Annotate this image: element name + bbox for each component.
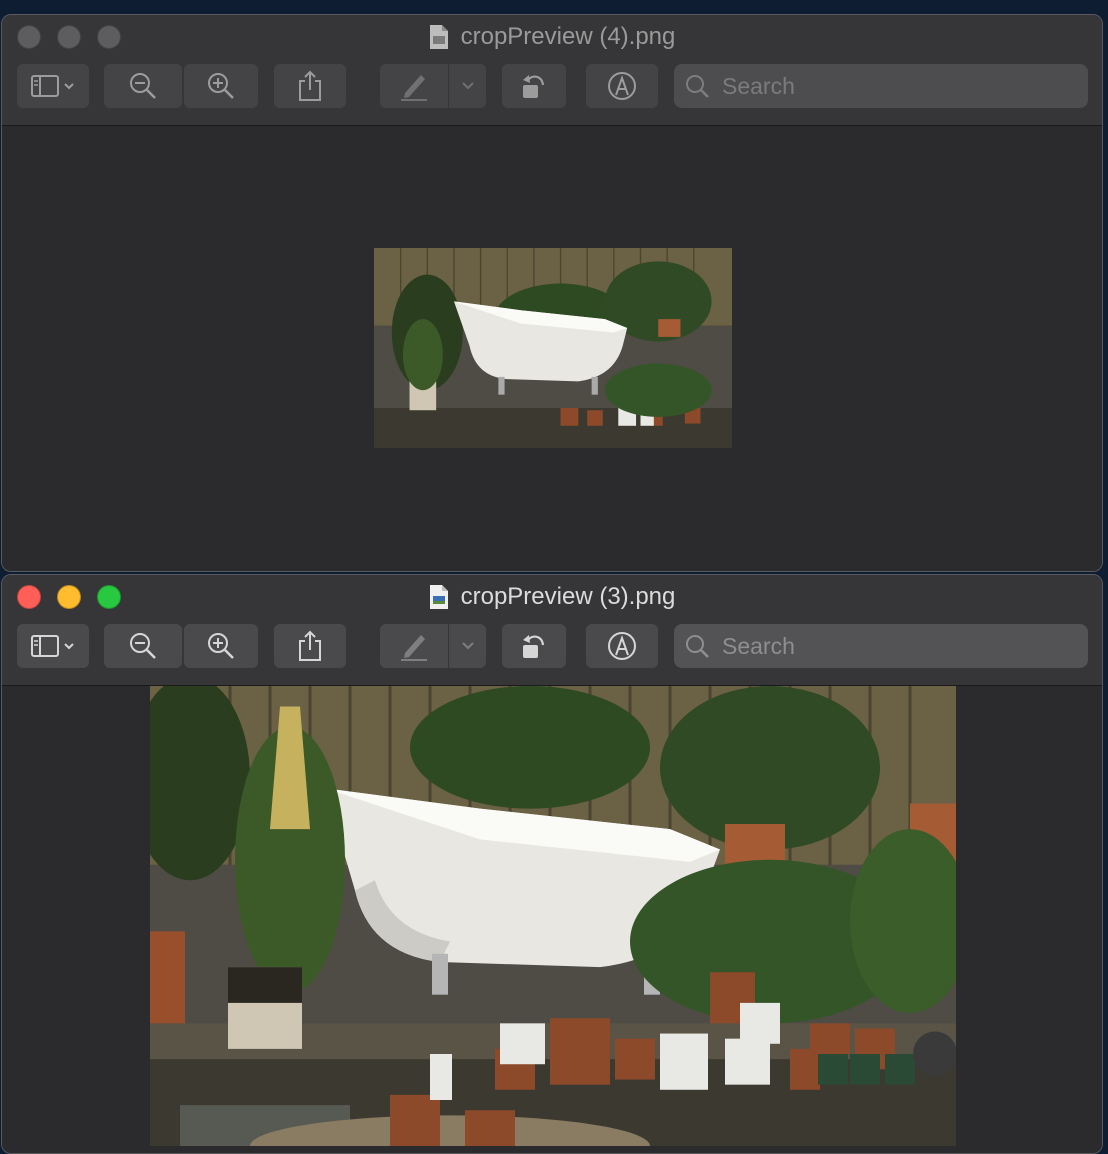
markup-pen-icon [401,635,427,661]
markup-dropdown-button[interactable] [449,624,486,668]
chevron-down-icon [461,82,474,90]
search-input[interactable] [720,71,1064,101]
share-button[interactable] [274,64,346,108]
image-viewport[interactable] [2,126,1102,571]
markup-dropdown-button[interactable] [449,64,486,108]
bathtub-photo [150,686,956,1146]
chevron-down-icon [461,642,474,650]
rotate-icon [523,75,545,98]
annotate-button[interactable] [586,624,658,668]
share-button[interactable] [274,624,346,668]
zoom-in-button[interactable] [184,64,258,108]
search-icon [686,75,709,98]
markup-pen-button[interactable] [380,624,448,668]
preview-image[interactable] [374,248,732,448]
markup-tool-group [380,64,486,108]
share-icon [299,70,321,101]
markup-pen-button[interactable] [380,64,448,108]
window-titlebar[interactable]: cropPreview (3).png [2,575,1102,686]
window-title: cropPreview (4).png [2,23,1102,51]
zoom-out-icon [130,633,156,659]
preview-window-back[interactable]: cropPreview (4).png [1,14,1103,572]
zoom-in-icon [208,633,234,659]
window-title: cropPreview (3).png [2,583,1102,611]
sidebar-toggle-button[interactable] [17,624,89,668]
search-field[interactable] [674,64,1088,108]
zoom-in-button[interactable] [184,624,258,668]
annotate-button[interactable] [586,64,658,108]
window-title-text: cropPreview (3).png [460,583,676,610]
sidebar-icon [31,75,74,97]
window-titlebar[interactable]: cropPreview (4).png [2,15,1102,126]
rotate-button[interactable] [502,624,566,668]
sidebar-toggle-button[interactable] [17,64,89,108]
annotate-icon [608,72,636,100]
image-file-icon [429,585,448,609]
zoom-in-icon [208,73,234,99]
zoom-out-button[interactable] [104,64,182,108]
image-viewport[interactable] [2,686,1102,1153]
share-icon [299,630,321,661]
search-icon [686,635,709,658]
window-title-text: cropPreview (4).png [460,23,676,50]
rotate-icon [523,635,545,658]
zoom-out-icon [130,73,156,99]
rotate-button[interactable] [502,64,566,108]
preview-image[interactable] [150,686,956,1146]
sidebar-icon [31,635,74,657]
zoom-out-button[interactable] [104,624,182,668]
markup-pen-icon [401,75,427,101]
search-input[interactable] [720,631,1064,661]
search-field[interactable] [674,624,1088,668]
annotate-icon [608,632,636,660]
markup-tool-group [380,624,486,668]
preview-window-front[interactable]: cropPreview (3).png [1,574,1103,1154]
image-file-icon [429,25,448,49]
bathtub-photo-thumbnail [374,248,732,448]
